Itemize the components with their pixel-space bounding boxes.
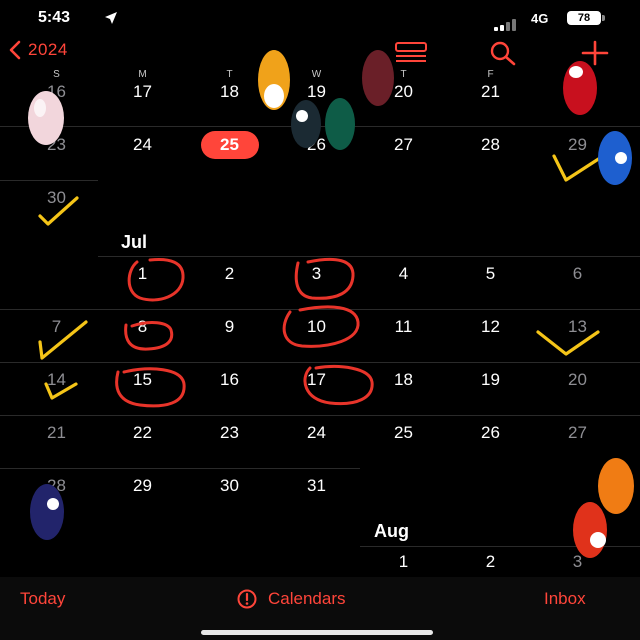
day-cell[interactable]: 10 <box>273 317 360 337</box>
day-cell[interactable]: 25 <box>360 423 447 443</box>
day-cell[interactable]: 28 <box>13 476 100 496</box>
day-cell[interactable]: 29 <box>534 135 621 155</box>
day-cell[interactable]: 6 <box>534 264 621 284</box>
day-cell[interactable]: 19 <box>447 370 534 390</box>
day-cell[interactable]: 20 <box>534 370 621 390</box>
day-cell[interactable]: 30 <box>13 188 100 208</box>
month-label-july: Jul <box>121 232 148 252</box>
day-cell[interactable]: 16 <box>186 370 273 390</box>
row-divider <box>0 362 640 363</box>
day-cell[interactable]: 13 <box>534 317 621 337</box>
day-cell[interactable]: 27 <box>534 423 621 443</box>
day-cell[interactable]: 23 <box>186 423 273 443</box>
calendar-grid: 16 17 18 19 20 21 23 24 25 26 27 28 29 3… <box>0 0 640 577</box>
day-cell[interactable]: 1 <box>360 552 447 572</box>
day-cell[interactable]: 14 <box>13 370 100 390</box>
day-cell[interactable]: 28 <box>447 135 534 155</box>
day-cell[interactable]: 17 <box>99 82 186 102</box>
day-cell[interactable]: 12 <box>447 317 534 337</box>
day-cell[interactable]: 24 <box>99 135 186 155</box>
row-divider <box>0 415 640 416</box>
row-divider <box>98 256 640 257</box>
day-cell[interactable]: 15 <box>99 370 186 390</box>
day-cell[interactable]: 3 <box>534 552 621 572</box>
alert-circle-icon <box>237 589 257 609</box>
row-divider <box>0 126 640 127</box>
day-cell[interactable]: 3 <box>273 264 360 284</box>
day-cell-today[interactable]: 25 <box>186 135 273 155</box>
day-cell[interactable]: 18 <box>360 370 447 390</box>
day-cell[interactable]: 1 <box>99 264 186 284</box>
day-cell[interactable]: 2 <box>186 264 273 284</box>
day-cell[interactable]: 8 <box>99 317 186 337</box>
day-cell[interactable]: 19 <box>273 82 360 102</box>
day-cell[interactable]: 7 <box>13 317 100 337</box>
day-cell[interactable]: 2 <box>447 552 534 572</box>
row-divider <box>0 309 640 310</box>
day-cell[interactable]: 31 <box>273 476 360 496</box>
day-cell[interactable]: 27 <box>360 135 447 155</box>
day-cell[interactable]: 5 <box>447 264 534 284</box>
day-cell[interactable]: 11 <box>360 317 447 337</box>
calendars-button[interactable]: Calendars <box>234 589 346 609</box>
calendars-label: Calendars <box>268 589 346 608</box>
day-cell[interactable]: 26 <box>447 423 534 443</box>
day-cell[interactable]: 26 <box>273 135 360 155</box>
day-cell[interactable]: 21 <box>13 423 100 443</box>
day-cell[interactable]: 24 <box>273 423 360 443</box>
home-indicator <box>201 630 433 635</box>
day-cell[interactable]: 4 <box>360 264 447 284</box>
day-cell[interactable]: 9 <box>186 317 273 337</box>
day-cell[interactable]: 23 <box>13 135 100 155</box>
day-cell[interactable]: 20 <box>360 82 447 102</box>
today-button[interactable]: Today <box>20 589 65 609</box>
row-divider <box>360 546 640 547</box>
day-cell[interactable]: 17 <box>273 370 360 390</box>
month-label-august: Aug <box>374 521 409 541</box>
inbox-button[interactable]: Inbox <box>544 589 586 609</box>
day-cell[interactable]: 18 <box>186 82 273 102</box>
row-divider <box>0 468 360 469</box>
day-cell[interactable]: 30 <box>186 476 273 496</box>
day-cell[interactable]: 22 <box>99 423 186 443</box>
day-cell[interactable]: 16 <box>13 82 100 102</box>
row-divider <box>0 180 98 181</box>
day-cell[interactable]: 29 <box>99 476 186 496</box>
day-cell[interactable]: 21 <box>447 82 534 102</box>
